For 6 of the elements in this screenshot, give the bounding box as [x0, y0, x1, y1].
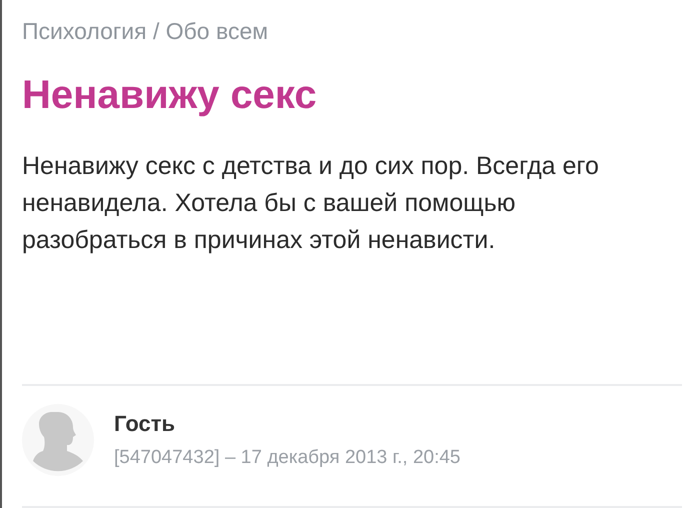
author-name: Гость [114, 411, 176, 437]
post-text: Ненавижу секс с детства и до сих пор. Всегда его ненавидела. Хотела бы с вашей помощью разобраться в причинах этой ненависти. [22, 151, 600, 256]
post-title: Ненавижу секс [22, 73, 318, 118]
breadcrumb[interactable]: Психология / Обо всем [22, 18, 680, 45]
avatar-icon [22, 404, 94, 476]
post-meta: [547047432] – 17 декабря 2013 г., 20:45 [114, 447, 460, 469]
